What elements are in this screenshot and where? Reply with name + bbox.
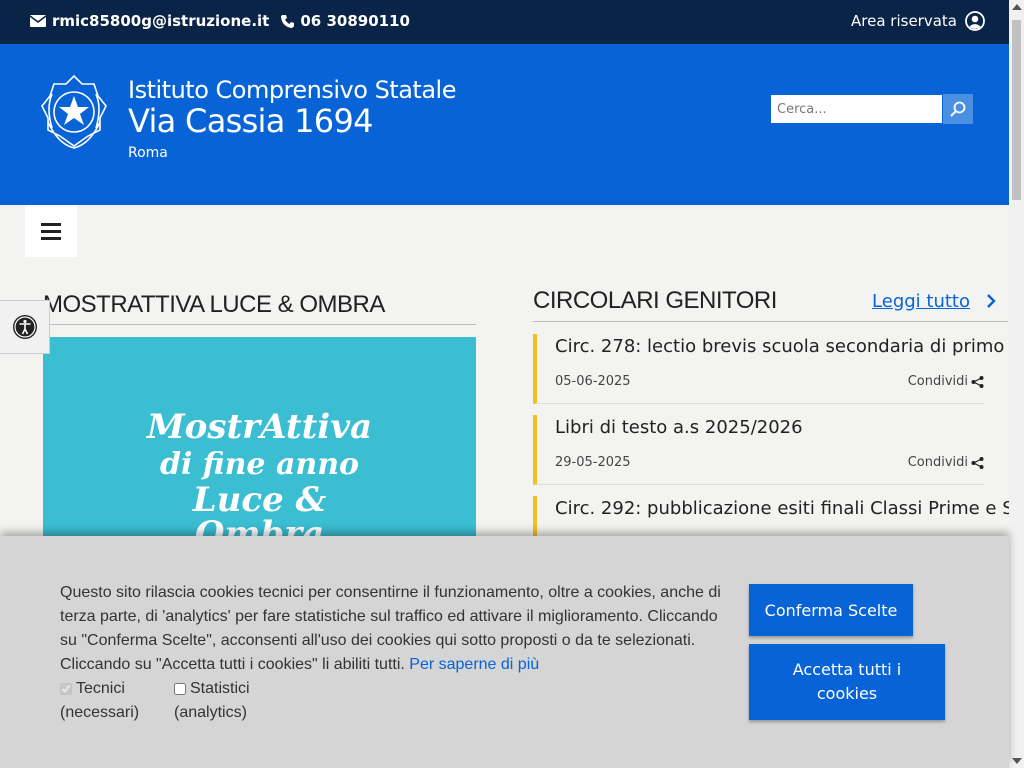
reserved-area-label: Area riservata [851, 12, 957, 30]
statistics-cookies-checkbox[interactable] [174, 683, 186, 695]
user-circle-icon [965, 11, 985, 31]
phone-link[interactable]: 06 30890110 [281, 12, 410, 30]
list-item[interactable]: Libri di testo a.s 2025/2026 29-05-2025 … [533, 415, 984, 485]
email-link[interactable]: rmic85800g@istruzione.it [30, 12, 269, 30]
accessibility-icon [12, 315, 37, 339]
cookie-text: Questo sito rilascia cookies tecnici per… [60, 581, 725, 677]
technical-sublabel: (necessari) [60, 704, 140, 721]
envelope-icon [30, 15, 46, 27]
read-all-link[interactable]: Leggi tutto [872, 291, 996, 312]
circulars-list: Circ. 278: lectio brevis scuola secondar… [533, 334, 1024, 566]
cookie-banner: Questo sito rilascia cookies tecnici per… [0, 536, 1009, 768]
phone-text: 06 30890110 [300, 12, 410, 30]
accept-all-cookies-button[interactable]: Accetta tutti i cookies [749, 644, 945, 720]
nav-bar [0, 205, 1009, 257]
circular-date: 05-06-2025 [555, 374, 631, 389]
circulars-title: CIRCOLARI GENITORI [533, 287, 777, 314]
chevron-right-icon [987, 294, 996, 308]
scroll-down-arrow-icon[interactable] [1012, 758, 1022, 764]
title-city: Roma [128, 145, 168, 161]
accessibility-button[interactable] [0, 300, 50, 354]
search-icon [950, 101, 966, 117]
featured-title: MOSTRATTIVA LUCE & OMBRA [43, 291, 476, 325]
scrollbar[interactable] [1009, 0, 1024, 768]
banner-line-1: MostrAttiva [147, 407, 372, 447]
technical-cookies-checkbox[interactable] [60, 683, 72, 695]
circular-title[interactable]: Circ. 278: lectio brevis scuola secondar… [555, 336, 1024, 357]
statistics-sublabel: (analytics) [174, 704, 247, 721]
circular-date: 29-05-2025 [555, 455, 631, 470]
share-label: Condividi [907, 374, 968, 389]
phone-icon [281, 14, 295, 28]
cookie-options: Tecnici (necessari) Statistici (analytic… [60, 677, 288, 725]
title-line-2: Via Cassia 1694 [128, 102, 373, 140]
search-input[interactable] [770, 94, 943, 124]
read-all-label: Leggi tutto [872, 290, 970, 312]
cookie-option-technical: Tecnici (necessari) [60, 677, 174, 725]
share-icon [971, 375, 984, 388]
title-line-1: Istituto Comprensivo Statale [128, 76, 456, 104]
cookie-info-link[interactable]: Per saperne di più [409, 656, 539, 673]
scrollbar-thumb[interactable] [1012, 20, 1021, 200]
hamburger-icon [41, 222, 61, 226]
share-icon [971, 456, 984, 469]
statistics-label: Statistici [190, 680, 250, 697]
search-button[interactable] [943, 94, 973, 124]
cookie-option-statistics: Statistici (analytics) [174, 677, 288, 725]
republic-emblem-logo[interactable] [38, 72, 110, 156]
scroll-up-arrow-icon[interactable] [1012, 4, 1022, 10]
share-button[interactable]: Condividi [908, 374, 984, 389]
circular-title[interactable]: Libri di testo a.s 2025/2026 [555, 417, 803, 438]
featured-banner-image[interactable]: MostrAttiva di fine anno Luce & Ombra [43, 337, 476, 537]
search-box [770, 94, 973, 124]
banner-line-2: di fine anno [159, 447, 360, 482]
confirm-choices-button[interactable]: Conferma Scelte [749, 584, 913, 636]
menu-button[interactable] [25, 205, 77, 257]
technical-label: Tecnici [76, 680, 125, 697]
top-bar: rmic85800g@istruzione.it 06 30890110 Are… [0, 0, 1009, 44]
circulars-section: CIRCOLARI GENITORI Leggi tutto Circ. 278… [533, 287, 1024, 577]
featured-section: MOSTRATTIVA LUCE & OMBRA MostrAttiva di … [43, 291, 476, 537]
reserved-area-link[interactable]: Area riservata [851, 11, 985, 31]
cookie-message: Questo sito rilascia cookies tecnici per… [60, 584, 721, 673]
email-text: rmic85800g@istruzione.it [52, 12, 270, 30]
banner-line-4: Ombra [194, 514, 325, 537]
contact-info: rmic85800g@istruzione.it 06 30890110 [30, 12, 422, 30]
site-header: Istituto Comprensivo Statale Via Cassia … [0, 44, 1009, 205]
share-label: Condividi [907, 455, 968, 470]
site-title[interactable]: Istituto Comprensivo Statale Via Cassia … [128, 76, 456, 164]
share-button[interactable]: Condividi [908, 455, 984, 470]
emblem-icon [41, 74, 107, 149]
circular-title[interactable]: Circ. 292: pubblicazione esiti finali Cl… [555, 498, 1024, 519]
circulars-header: CIRCOLARI GENITORI Leggi tutto [533, 287, 1008, 322]
list-item[interactable]: Circ. 278: lectio brevis scuola secondar… [533, 334, 1024, 404]
